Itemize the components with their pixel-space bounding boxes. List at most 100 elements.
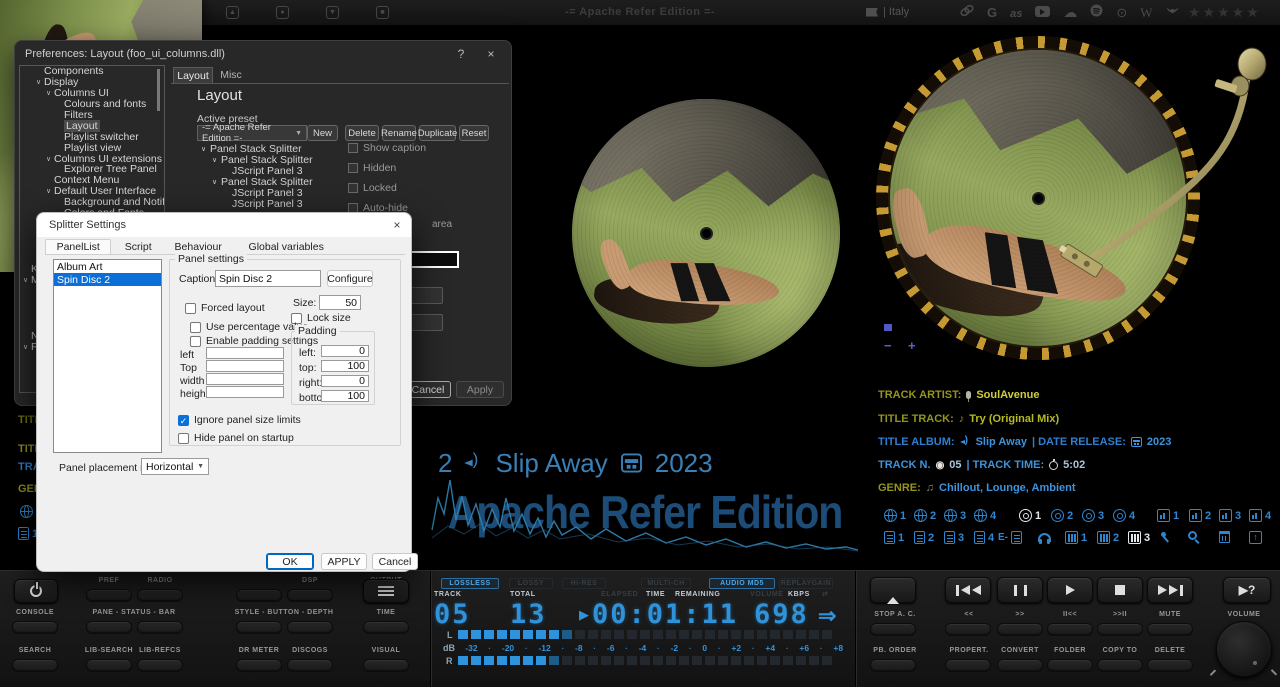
info-value-2[interactable]: 2023 (1147, 436, 1171, 448)
button-convert[interactable] (997, 659, 1043, 672)
padding-input-top[interactable]: 100 (321, 360, 369, 372)
volume-knob[interactable] (1216, 621, 1272, 677)
field-input-height[interactable] (206, 386, 284, 398)
play-button[interactable] (1047, 577, 1093, 603)
show-caption-checkbox[interactable]: Show caption (348, 142, 468, 154)
tab-script[interactable]: Script (113, 239, 163, 255)
disc-link-3[interactable]: 3 (1082, 509, 1104, 522)
button-row2-5[interactable] (363, 621, 409, 634)
button-stop-a-c-[interactable] (870, 623, 916, 636)
rating-stars[interactable]: ★★★★★ (1188, 4, 1261, 22)
lastfm-icon[interactable]: as (1010, 4, 1022, 22)
apply-button[interactable]: Apply (456, 381, 504, 398)
star-icon[interactable]: ★★★★★ (1188, 4, 1261, 20)
tab-global-variables[interactable]: Global variables (233, 239, 339, 255)
button-visual[interactable] (363, 659, 409, 672)
delete-button[interactable]: Delete (345, 125, 379, 141)
button-ii-[interactable] (1047, 623, 1093, 636)
tree-item-columns-ui-extensions[interactable]: ∨Columns UI extensions (20, 153, 164, 164)
panel-list[interactable]: Album ArtSpin Disc 2 (53, 259, 162, 453)
tab-misc[interactable]: Misc (215, 67, 247, 83)
field-input-left[interactable] (206, 347, 284, 359)
button--[interactable] (997, 623, 1043, 636)
close-icon[interactable]: × (389, 218, 405, 232)
layout-panel-tree[interactable]: ∨Panel Stack Splitter∨Panel Stack Splitt… (197, 143, 347, 209)
tonearm[interactable] (990, 30, 1280, 360)
chart-link-4[interactable]: 4 (1249, 509, 1271, 522)
hidden-checkbox[interactable]: Hidden (348, 162, 468, 174)
field-input-width[interactable] (206, 373, 284, 385)
button-folder[interactable] (1047, 659, 1093, 672)
tree-item-colours-and-fonts[interactable]: Colours and fonts (20, 99, 164, 110)
padding-input-right[interactable]: 0 (321, 375, 369, 387)
button-output[interactable] (287, 589, 333, 602)
file-link-4[interactable]: 4 (974, 531, 994, 544)
forced-layout-checkbox[interactable]: Forced layout (185, 302, 265, 314)
tree-item-explorer-tree-panel[interactable]: Explorer Tree Panel (20, 164, 164, 175)
button-row2-3[interactable] (236, 621, 282, 634)
tree-item-components[interactable]: Components (20, 66, 164, 77)
info-value[interactable]: SoulAvenue (976, 389, 1039, 401)
menu-button[interactable] (363, 579, 409, 603)
globe-link-4[interactable]: 4 (974, 509, 996, 522)
new-button[interactable]: New (307, 125, 338, 141)
eject-button[interactable] (870, 577, 916, 603)
panel-tree-item[interactable]: JScript Panel 3 (197, 187, 347, 198)
link-icon[interactable] (960, 4, 974, 22)
panel-list-item[interactable]: Spin Disc 2 (54, 273, 161, 286)
duplicate-button[interactable]: Duplicate (419, 125, 456, 141)
field-input-top[interactable] (206, 360, 284, 372)
globe-link-3[interactable]: 3 (944, 509, 966, 522)
panel-tree-item[interactable]: ∨Panel Stack Splitter (197, 154, 347, 165)
soundcloud-icon[interactable]: ☁ (1063, 4, 1077, 22)
seek-arrows-icon[interactable]: ⇒ (818, 603, 836, 629)
button-delete[interactable] (1147, 659, 1193, 672)
pin-link[interactable] (1158, 531, 1163, 536)
button-lib-search[interactable] (86, 659, 132, 672)
globe-link-2[interactable]: 2 (914, 509, 936, 522)
close-icon[interactable]: × (483, 47, 499, 61)
disc-link-2[interactable]: 2 (1051, 509, 1073, 522)
play-help-button[interactable]: ▶? (1223, 577, 1271, 603)
tree-item-default-user-interface[interactable]: ∨Default User Interface (20, 186, 164, 197)
tab-layout[interactable]: Layout (173, 67, 213, 83)
padding-input-left[interactable]: 0 (321, 345, 369, 357)
button-dr-meter[interactable] (236, 659, 282, 672)
configure-button[interactable]: Configure (327, 270, 373, 287)
google-icon[interactable]: G (987, 4, 997, 22)
ok-button[interactable]: OK (266, 553, 314, 570)
button-pref[interactable] (86, 589, 132, 602)
tree-item-columns-ui[interactable]: ∨Columns UI (20, 88, 164, 99)
spotify-icon[interactable] (1090, 4, 1103, 22)
button-lib-refcs[interactable] (137, 659, 183, 672)
button-radio[interactable] (137, 589, 183, 602)
button-row2-2[interactable] (137, 621, 183, 634)
disc-link-1[interactable]: 1 (1019, 509, 1041, 522)
tree-item-filters[interactable]: Filters (20, 110, 164, 121)
tree-item-background-and-notifications[interactable]: Background and Notifications (20, 197, 164, 208)
active-preset-select[interactable]: -= Apache Refer Edition =- ▼ (197, 125, 307, 141)
tree-item-context-menu[interactable]: Context Menu (20, 175, 164, 186)
panel-tree-item[interactable]: ∨Panel Stack Splitter (197, 143, 347, 154)
file-link-1[interactable]: 1 (884, 531, 904, 544)
mixer-link-1[interactable]: 1 (1065, 531, 1087, 544)
file-link-3[interactable]: 3 (944, 531, 964, 544)
button-row2-0[interactable] (12, 621, 58, 634)
stop-button[interactable] (1097, 577, 1143, 603)
tree-item-playlist-view[interactable]: Playlist view (20, 142, 164, 153)
podcast-icon[interactable] (1166, 4, 1179, 22)
clipped-button-2[interactable] (409, 314, 443, 331)
chart-link-3[interactable]: 3 (1219, 509, 1241, 522)
button-copy-to[interactable] (1097, 659, 1143, 672)
tree-item-display[interactable]: ∨Display (20, 77, 164, 88)
upload-link[interactable] (1249, 531, 1262, 544)
button-row2-4[interactable] (287, 621, 333, 634)
panel-tree-item[interactable]: JScript Panel 3 (197, 198, 347, 209)
button-search[interactable] (12, 659, 58, 672)
youtube-icon[interactable] (1035, 4, 1050, 22)
deck-eq-icon[interactable] (884, 318, 892, 336)
chart-link-1[interactable]: 1 (1157, 509, 1179, 522)
size-input[interactable]: 50 (319, 295, 361, 310)
panel-tree-item[interactable]: JScript Panel 3 (197, 165, 347, 176)
file-link-2[interactable]: 2 (914, 531, 934, 544)
